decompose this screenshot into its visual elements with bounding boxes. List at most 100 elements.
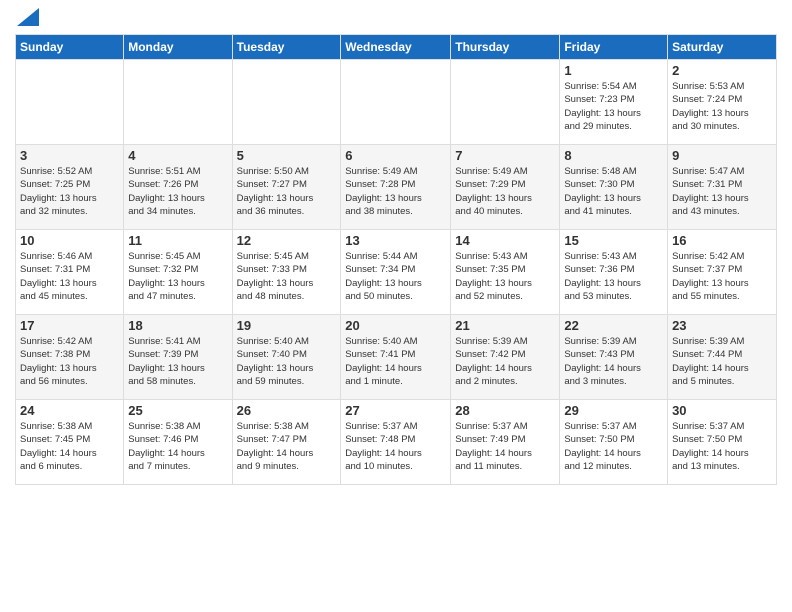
day-number: 11 xyxy=(128,233,227,248)
calendar-week-row: 17Sunrise: 5:42 AM Sunset: 7:38 PM Dayli… xyxy=(16,315,777,400)
weekday-header-friday: Friday xyxy=(560,35,668,60)
calendar-day-cell: 5 Sunrise: 5:50 AM Sunset: 7:27 PM Daylig… xyxy=(232,145,341,230)
calendar-day-cell: 26 Sunrise: 5:38 AM Sunset: 7:47 PM Dayli… xyxy=(232,400,341,485)
calendar-day-cell: 10 Sunrise: 5:46 AM Sunset: 7:31 PM Dayli… xyxy=(16,230,124,315)
calendar-week-row: 10 Sunrise: 5:46 AM Sunset: 7:31 PM Dayli… xyxy=(16,230,777,315)
calendar-day-cell: 27Sunrise: 5:37 AM Sunset: 7:48 PM Dayli… xyxy=(341,400,451,485)
day-number: 2 xyxy=(672,63,772,78)
weekday-header-monday: Monday xyxy=(124,35,232,60)
day-number: 14 xyxy=(455,233,555,248)
calendar-day-cell: 15 Sunrise: 5:43 AM Sunset: 7:36 PM Dayli… xyxy=(560,230,668,315)
page-container: SundayMondayTuesdayWednesdayThursdayFrid… xyxy=(0,0,792,495)
day-info: Sunrise: 5:37 AM Sunset: 7:50 PM Dayligh… xyxy=(564,420,663,473)
weekday-header-thursday: Thursday xyxy=(451,35,560,60)
calendar-day-cell: 3Sunrise: 5:52 AM Sunset: 7:25 PM Daylig… xyxy=(16,145,124,230)
calendar-day-cell: 1 Sunrise: 5:54 AM Sunset: 7:23 PM Daylig… xyxy=(560,60,668,145)
day-number: 19 xyxy=(237,318,337,333)
calendar-day-cell: 6 Sunrise: 5:49 AM Sunset: 7:28 PM Daylig… xyxy=(341,145,451,230)
day-info: Sunrise: 5:49 AM Sunset: 7:29 PM Dayligh… xyxy=(455,165,555,218)
calendar-day-cell: 25 Sunrise: 5:38 AM Sunset: 7:46 PM Dayli… xyxy=(124,400,232,485)
day-number: 13 xyxy=(345,233,446,248)
weekday-header-wednesday: Wednesday xyxy=(341,35,451,60)
calendar-day-cell: 28Sunrise: 5:37 AM Sunset: 7:49 PM Dayli… xyxy=(451,400,560,485)
calendar-day-cell: 22Sunrise: 5:39 AM Sunset: 7:43 PM Dayli… xyxy=(560,315,668,400)
calendar-day-cell: 9 Sunrise: 5:47 AM Sunset: 7:31 PM Daylig… xyxy=(668,145,777,230)
calendar-day-cell: 18 Sunrise: 5:41 AM Sunset: 7:39 PM Dayli… xyxy=(124,315,232,400)
day-info: Sunrise: 5:48 AM Sunset: 7:30 PM Dayligh… xyxy=(564,165,663,218)
calendar-day-cell: 19 Sunrise: 5:40 AM Sunset: 7:40 PM Dayli… xyxy=(232,315,341,400)
day-info: Sunrise: 5:50 AM Sunset: 7:27 PM Dayligh… xyxy=(237,165,337,218)
weekday-header-tuesday: Tuesday xyxy=(232,35,341,60)
weekday-header-sunday: Sunday xyxy=(16,35,124,60)
calendar-week-row: 1 Sunrise: 5:54 AM Sunset: 7:23 PM Daylig… xyxy=(16,60,777,145)
day-number: 10 xyxy=(20,233,119,248)
calendar-day-cell: 23 Sunrise: 5:39 AM Sunset: 7:44 PM Dayli… xyxy=(668,315,777,400)
day-number: 18 xyxy=(128,318,227,333)
day-info: Sunrise: 5:42 AM Sunset: 7:37 PM Dayligh… xyxy=(672,250,772,303)
day-number: 6 xyxy=(345,148,446,163)
day-info: Sunrise: 5:38 AM Sunset: 7:45 PM Dayligh… xyxy=(20,420,119,473)
calendar-day-cell: 14Sunrise: 5:43 AM Sunset: 7:35 PM Dayli… xyxy=(451,230,560,315)
day-number: 23 xyxy=(672,318,772,333)
day-info: Sunrise: 5:39 AM Sunset: 7:42 PM Dayligh… xyxy=(455,335,555,388)
day-info: Sunrise: 5:40 AM Sunset: 7:40 PM Dayligh… xyxy=(237,335,337,388)
day-info: Sunrise: 5:43 AM Sunset: 7:36 PM Dayligh… xyxy=(564,250,663,303)
day-info: Sunrise: 5:46 AM Sunset: 7:31 PM Dayligh… xyxy=(20,250,119,303)
day-number: 12 xyxy=(237,233,337,248)
day-info: Sunrise: 5:47 AM Sunset: 7:31 PM Dayligh… xyxy=(672,165,772,218)
day-number: 15 xyxy=(564,233,663,248)
calendar-day-cell: 30 Sunrise: 5:37 AM Sunset: 7:50 PM Dayli… xyxy=(668,400,777,485)
day-info: Sunrise: 5:51 AM Sunset: 7:26 PM Dayligh… xyxy=(128,165,227,218)
day-number: 1 xyxy=(564,63,663,78)
day-number: 16 xyxy=(672,233,772,248)
calendar-day-cell xyxy=(232,60,341,145)
day-info: Sunrise: 5:45 AM Sunset: 7:33 PM Dayligh… xyxy=(237,250,337,303)
day-info: Sunrise: 5:52 AM Sunset: 7:25 PM Dayligh… xyxy=(20,165,119,218)
calendar-week-row: 24 Sunrise: 5:38 AM Sunset: 7:45 PM Dayli… xyxy=(16,400,777,485)
calendar-day-cell: 4 Sunrise: 5:51 AM Sunset: 7:26 PM Daylig… xyxy=(124,145,232,230)
calendar-day-cell: 16 Sunrise: 5:42 AM Sunset: 7:37 PM Dayli… xyxy=(668,230,777,315)
day-number: 22 xyxy=(564,318,663,333)
day-number: 30 xyxy=(672,403,772,418)
calendar-day-cell: 17Sunrise: 5:42 AM Sunset: 7:38 PM Dayli… xyxy=(16,315,124,400)
calendar-day-cell: 21 Sunrise: 5:39 AM Sunset: 7:42 PM Dayli… xyxy=(451,315,560,400)
day-number: 25 xyxy=(128,403,227,418)
day-info: Sunrise: 5:39 AM Sunset: 7:44 PM Dayligh… xyxy=(672,335,772,388)
calendar-table: SundayMondayTuesdayWednesdayThursdayFrid… xyxy=(15,34,777,485)
day-number: 29 xyxy=(564,403,663,418)
day-number: 24 xyxy=(20,403,119,418)
day-info: Sunrise: 5:53 AM Sunset: 7:24 PM Dayligh… xyxy=(672,80,772,133)
day-info: Sunrise: 5:54 AM Sunset: 7:23 PM Dayligh… xyxy=(564,80,663,133)
day-info: Sunrise: 5:38 AM Sunset: 7:47 PM Dayligh… xyxy=(237,420,337,473)
calendar-day-cell: 2 Sunrise: 5:53 AM Sunset: 7:24 PM Daylig… xyxy=(668,60,777,145)
day-number: 28 xyxy=(455,403,555,418)
weekday-header-saturday: Saturday xyxy=(668,35,777,60)
calendar-day-cell xyxy=(341,60,451,145)
day-number: 5 xyxy=(237,148,337,163)
calendar-day-cell: 24 Sunrise: 5:38 AM Sunset: 7:45 PM Dayli… xyxy=(16,400,124,485)
day-info: Sunrise: 5:44 AM Sunset: 7:34 PM Dayligh… xyxy=(345,250,446,303)
day-info: Sunrise: 5:40 AM Sunset: 7:41 PM Dayligh… xyxy=(345,335,446,388)
day-number: 9 xyxy=(672,148,772,163)
calendar-day-cell: 12 Sunrise: 5:45 AM Sunset: 7:33 PM Dayli… xyxy=(232,230,341,315)
calendar-day-cell: 8 Sunrise: 5:48 AM Sunset: 7:30 PM Daylig… xyxy=(560,145,668,230)
calendar-week-row: 3Sunrise: 5:52 AM Sunset: 7:25 PM Daylig… xyxy=(16,145,777,230)
calendar-day-cell: 11 Sunrise: 5:45 AM Sunset: 7:32 PM Dayli… xyxy=(124,230,232,315)
day-number: 21 xyxy=(455,318,555,333)
day-info: Sunrise: 5:38 AM Sunset: 7:46 PM Dayligh… xyxy=(128,420,227,473)
day-info: Sunrise: 5:45 AM Sunset: 7:32 PM Dayligh… xyxy=(128,250,227,303)
day-info: Sunrise: 5:49 AM Sunset: 7:28 PM Dayligh… xyxy=(345,165,446,218)
day-number: 7 xyxy=(455,148,555,163)
calendar-day-cell xyxy=(451,60,560,145)
day-number: 4 xyxy=(128,148,227,163)
calendar-day-cell: 13 Sunrise: 5:44 AM Sunset: 7:34 PM Dayli… xyxy=(341,230,451,315)
day-info: Sunrise: 5:41 AM Sunset: 7:39 PM Dayligh… xyxy=(128,335,227,388)
day-number: 8 xyxy=(564,148,663,163)
page-header xyxy=(15,10,777,26)
logo xyxy=(15,10,39,26)
day-info: Sunrise: 5:37 AM Sunset: 7:50 PM Dayligh… xyxy=(672,420,772,473)
day-info: Sunrise: 5:42 AM Sunset: 7:38 PM Dayligh… xyxy=(20,335,119,388)
day-number: 26 xyxy=(237,403,337,418)
day-info: Sunrise: 5:37 AM Sunset: 7:48 PM Dayligh… xyxy=(345,420,446,473)
weekday-header-row: SundayMondayTuesdayWednesdayThursdayFrid… xyxy=(16,35,777,60)
